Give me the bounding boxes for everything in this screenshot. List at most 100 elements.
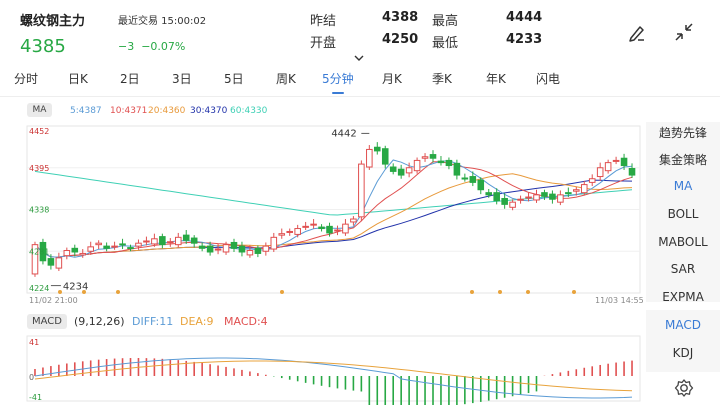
candle-body <box>596 167 604 178</box>
macd-bar <box>551 374 554 376</box>
price-axis-label: 4395 <box>29 164 49 173</box>
candle-body <box>167 241 174 244</box>
candle-body <box>238 245 246 253</box>
candle-body <box>214 248 222 251</box>
macd-bar <box>615 362 617 376</box>
candle-body <box>119 243 126 246</box>
macd-bar <box>599 364 601 376</box>
event-dot <box>280 290 284 294</box>
price-axis-label: 4224 <box>29 284 49 293</box>
macd-bar <box>511 376 514 397</box>
candle-body <box>286 230 294 233</box>
candle-body <box>580 184 588 194</box>
macd-bar <box>193 361 195 376</box>
candle-body <box>573 189 580 192</box>
macd-bar <box>456 376 458 405</box>
macd-bar <box>416 376 418 405</box>
macd-bar <box>575 369 578 376</box>
kline-chart[interactable]: 4452 4395 4338 4281 4224 11/02 21:00 11/03 14:… <box>0 0 720 405</box>
macd-bar <box>121 358 124 376</box>
candle-body <box>397 168 405 176</box>
candle-body <box>350 218 357 223</box>
time-start-label: 11/02 21:00 <box>29 296 78 305</box>
event-dot <box>470 290 474 294</box>
macd-axis-bottom: -41 <box>29 393 42 402</box>
candle-body <box>501 198 508 205</box>
macd-bar <box>241 369 243 376</box>
macd-bar <box>50 366 52 376</box>
macd-bar <box>360 376 363 392</box>
candle-body <box>55 257 63 269</box>
candle-body <box>604 162 612 172</box>
candle-body <box>159 236 166 246</box>
event-dot <box>116 290 120 294</box>
candle-body <box>469 176 477 183</box>
candle-body <box>190 237 198 244</box>
ma5-path <box>34 159 633 258</box>
candle-body <box>182 234 190 241</box>
time-end-label: 11/03 14:55 <box>595 296 644 305</box>
macd-bar <box>352 376 355 391</box>
candle-body <box>254 247 262 254</box>
event-dot <box>82 290 86 294</box>
candle-body <box>565 192 572 195</box>
candle-body <box>206 245 214 253</box>
macd-bar <box>34 368 36 376</box>
price-axis-label: 4338 <box>29 206 49 215</box>
candle-body <box>413 159 421 172</box>
macd-bar <box>312 376 315 385</box>
candle-body <box>318 226 325 230</box>
macd-bar <box>201 363 203 376</box>
candle-body <box>612 159 620 162</box>
macd-bar <box>328 376 331 388</box>
candle-body <box>143 240 150 243</box>
macd-bar <box>503 376 506 398</box>
candle-body <box>246 250 254 256</box>
macd-lines <box>34 357 633 399</box>
candle-body <box>557 194 564 203</box>
macd-bar <box>495 376 498 400</box>
macd-bar <box>344 376 347 390</box>
macd-bar <box>519 376 522 395</box>
candle-body <box>389 166 397 172</box>
macd-bar <box>97 359 100 376</box>
macd-bar <box>177 360 180 376</box>
candle-body <box>588 178 596 183</box>
candle-body <box>493 192 500 202</box>
macd-bar <box>384 376 387 405</box>
event-dot <box>498 290 502 294</box>
candle-body <box>151 238 158 245</box>
macd-bar <box>336 376 339 389</box>
ma5-line <box>34 159 633 258</box>
candle-body <box>47 258 55 266</box>
candle-body <box>71 247 79 253</box>
candle-body <box>174 236 182 246</box>
macd-bar <box>448 376 450 405</box>
macd-bar <box>161 358 164 376</box>
macd-bar <box>432 376 434 405</box>
macd-bar <box>233 368 235 376</box>
macd-bar <box>58 364 60 376</box>
candle-body <box>620 157 628 167</box>
macd-bar <box>113 358 116 376</box>
candle-body <box>437 160 445 164</box>
macd-bar <box>225 366 227 376</box>
candle-body <box>198 245 206 249</box>
candle-body <box>453 162 461 176</box>
macd-bar <box>400 376 402 405</box>
macd-bar <box>320 376 323 386</box>
candle-body <box>326 225 333 234</box>
chart-frames <box>26 125 641 402</box>
macd-axis-zero: 0 <box>29 373 34 382</box>
macd-bar <box>631 360 633 376</box>
candle-body <box>135 242 142 247</box>
candle-body <box>222 244 230 253</box>
macd-bar <box>607 363 609 376</box>
macd-bar <box>265 374 267 376</box>
macd-bar <box>280 376 283 379</box>
event-dot <box>526 290 530 294</box>
macd-bar <box>591 366 594 376</box>
macd-bar <box>527 376 530 394</box>
macd-bar <box>129 358 132 376</box>
candle-body <box>262 245 270 252</box>
